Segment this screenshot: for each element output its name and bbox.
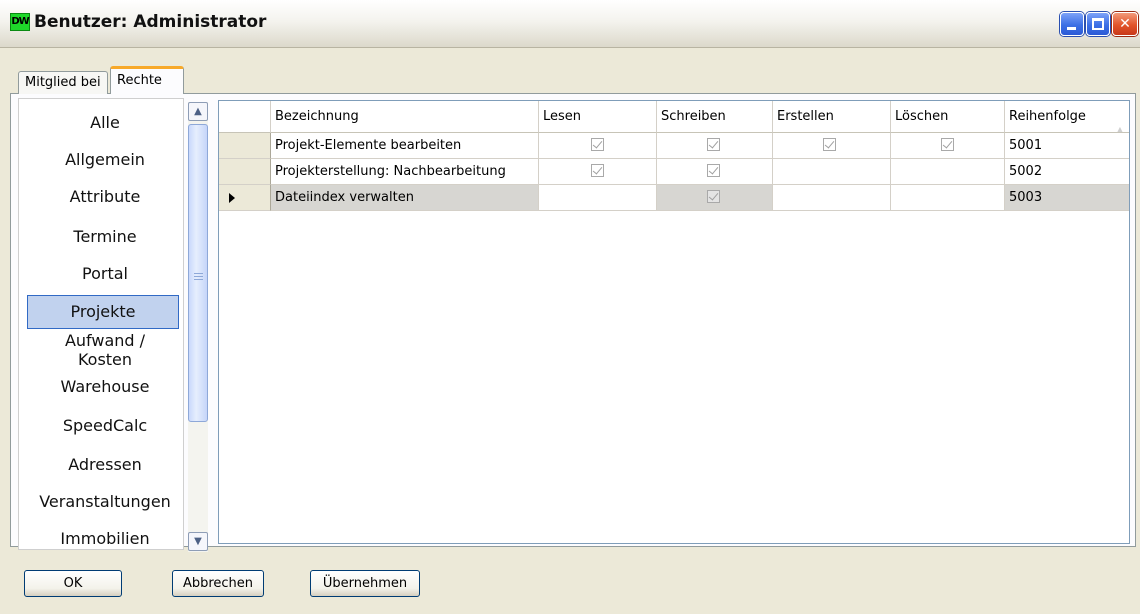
row-selector[interactable] [219,185,271,211]
chevron-up-icon: ▲ [194,106,202,117]
title-bar[interactable]: DW Benutzer: Administrator ✕ [0,0,1140,48]
table-row[interactable]: Projekt-Elemente bearbeiten 5001 [219,133,1129,159]
cancel-button[interactable]: Abbrechen [172,570,264,597]
cell-erstellen[interactable] [773,159,891,185]
cell-bezeichnung[interactable]: Projekterstellung: Nachbearbeitung [271,159,539,185]
category-list[interactable]: Alle Allgemein Attribute Termine Portal … [18,98,184,550]
header-lesen[interactable]: Lesen [539,101,657,133]
cell-loeschen[interactable] [891,133,1005,159]
category-warehouse[interactable]: Warehouse [29,377,181,396]
category-alle[interactable]: Alle [29,113,181,132]
loeschen-checkbox[interactable] [941,138,954,151]
header-erstellen[interactable]: Erstellen [773,101,891,133]
header-corner [219,101,271,133]
header-reihenfolge[interactable]: Reihenfolge ▲ [1005,101,1129,133]
current-row-arrow-icon [229,193,235,203]
scroll-down-button[interactable]: ▼ [188,532,208,551]
minimize-button[interactable] [1060,12,1084,36]
close-icon: ✕ [1119,16,1131,32]
category-kosten[interactable]: Kosten [29,350,181,369]
schreiben-checkbox[interactable] [707,164,720,177]
cell-erstellen[interactable] [773,185,891,211]
scroll-thumb[interactable] [188,124,208,422]
cell-reihenfolge[interactable]: 5001 [1005,133,1129,159]
cell-schreiben[interactable] [657,133,773,159]
scroll-up-button[interactable]: ▲ [188,102,208,121]
maximize-button[interactable] [1086,12,1110,36]
category-scrollbar[interactable]: ▲ ▼ [188,102,208,552]
app-icon: DW [10,13,30,31]
schreiben-checkbox[interactable] [707,190,720,203]
chevron-down-icon: ▼ [194,536,202,547]
row-selector[interactable] [219,133,271,159]
cell-bezeichnung[interactable]: Projekt-Elemente bearbeiten [271,133,539,159]
row-selector[interactable] [219,159,271,185]
close-button[interactable]: ✕ [1112,12,1138,36]
tab-mitglied-bei[interactable]: Mitglied bei [18,71,108,94]
header-schreiben[interactable]: Schreiben [657,101,773,133]
minimize-icon [1067,27,1076,30]
tab-rechte[interactable]: Rechte [110,66,184,94]
category-attribute[interactable]: Attribute [29,187,181,206]
header-loeschen[interactable]: Löschen [891,101,1005,133]
ok-button[interactable]: OK [24,570,122,597]
header-reihenfolge-label: Reihenfolge [1009,109,1086,124]
erstellen-checkbox[interactable] [823,138,836,151]
lesen-checkbox[interactable] [591,164,604,177]
cell-lesen[interactable] [539,159,657,185]
header-bezeichnung[interactable]: Bezeichnung [271,101,539,133]
category-portal[interactable]: Portal [29,264,181,283]
cell-lesen[interactable] [539,185,657,211]
grid-header: Bezeichnung Lesen Schreiben Erstellen Lö… [219,101,1129,133]
category-aufwand[interactable]: Aufwand / [29,331,181,350]
window-title: Benutzer: Administrator [34,12,267,32]
category-projekte[interactable]: Projekte [27,295,179,329]
cell-bezeichnung[interactable]: Dateiindex verwalten [271,185,539,211]
table-row[interactable]: Dateiindex verwalten 5003 [219,185,1129,211]
category-adressen[interactable]: Adressen [29,455,181,474]
category-termine[interactable]: Termine [29,227,181,246]
rights-grid[interactable]: Bezeichnung Lesen Schreiben Erstellen Lö… [218,100,1130,544]
cell-schreiben[interactable] [657,185,773,211]
cell-erstellen[interactable] [773,133,891,159]
cell-schreiben[interactable] [657,159,773,185]
cell-reihenfolge[interactable]: 5003 [1005,185,1129,211]
category-speedcalc[interactable]: SpeedCalc [29,416,181,435]
cell-loeschen[interactable] [891,185,1005,211]
sort-icon: ▲ [1116,125,1123,133]
category-immobilien[interactable]: Immobilien [29,529,181,548]
cell-loeschen[interactable] [891,159,1005,185]
lesen-checkbox[interactable] [591,138,604,151]
maximize-icon [1092,18,1104,30]
cell-reihenfolge[interactable]: 5002 [1005,159,1129,185]
apply-button[interactable]: Übernehmen [310,570,420,597]
category-allgemein[interactable]: Allgemein [29,150,181,169]
cell-lesen[interactable] [539,133,657,159]
table-row[interactable]: Projekterstellung: Nachbearbeitung 5002 [219,159,1129,185]
schreiben-checkbox[interactable] [707,138,720,151]
category-veranstaltungen[interactable]: Veranstaltungen [29,492,181,511]
grip-icon [194,273,203,274]
